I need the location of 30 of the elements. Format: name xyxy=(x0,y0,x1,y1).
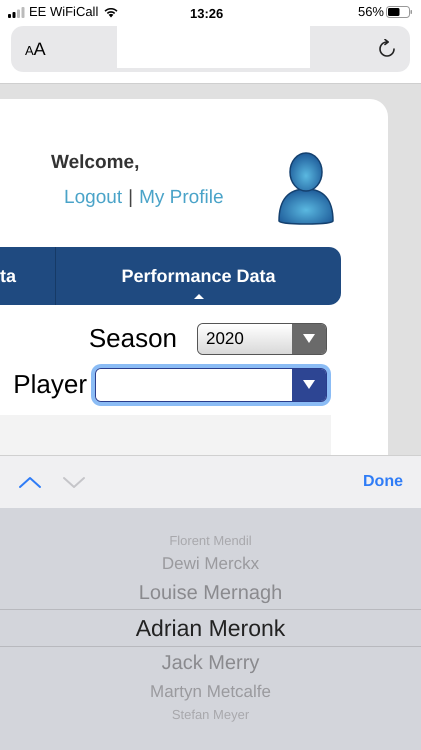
picker-option[interactable]: Dewi Merckx xyxy=(0,551,421,577)
logout-link[interactable]: Logout xyxy=(64,184,122,212)
user-avatar-icon xyxy=(277,151,335,227)
battery-percentage: 56% xyxy=(358,3,384,22)
dropdown-arrow-icon xyxy=(303,334,315,343)
picker-option[interactable]: Louise Mernagh xyxy=(0,577,421,609)
picker-option[interactable]: Jack Merry xyxy=(0,647,421,679)
reload-icon xyxy=(378,39,396,59)
picker-option[interactable]: Adrian Meronk xyxy=(0,609,421,647)
signal-icon xyxy=(8,6,25,18)
selected-caret-icon xyxy=(194,294,204,299)
welcome-text: Welcome, xyxy=(51,151,140,175)
nav-tab[interactable]: Performance Data xyxy=(56,247,341,305)
dropdown-arrow-icon xyxy=(303,380,315,389)
carrier-name: EE WiFiCall xyxy=(29,3,98,22)
address-bar[interactable]: AA xyxy=(11,26,410,72)
battery-icon xyxy=(386,6,413,18)
select-value: 2020 xyxy=(206,328,244,350)
select-field[interactable]: 2020 xyxy=(197,322,327,354)
text-size-button[interactable]: AA xyxy=(25,36,46,62)
previous-field-button[interactable] xyxy=(18,474,42,490)
field-label: Player xyxy=(13,368,87,401)
nav-tab[interactable]: ta xyxy=(0,247,56,305)
picker-option[interactable]: Martyn Metcalfe xyxy=(0,679,421,705)
wifi-icon xyxy=(103,6,120,18)
link-separator: | xyxy=(128,186,134,210)
clock-time: 13:26 xyxy=(190,5,224,23)
field-label: Season xyxy=(88,322,177,355)
done-button[interactable]: Done xyxy=(363,470,403,494)
profile-link[interactable]: My Profile xyxy=(139,184,224,212)
